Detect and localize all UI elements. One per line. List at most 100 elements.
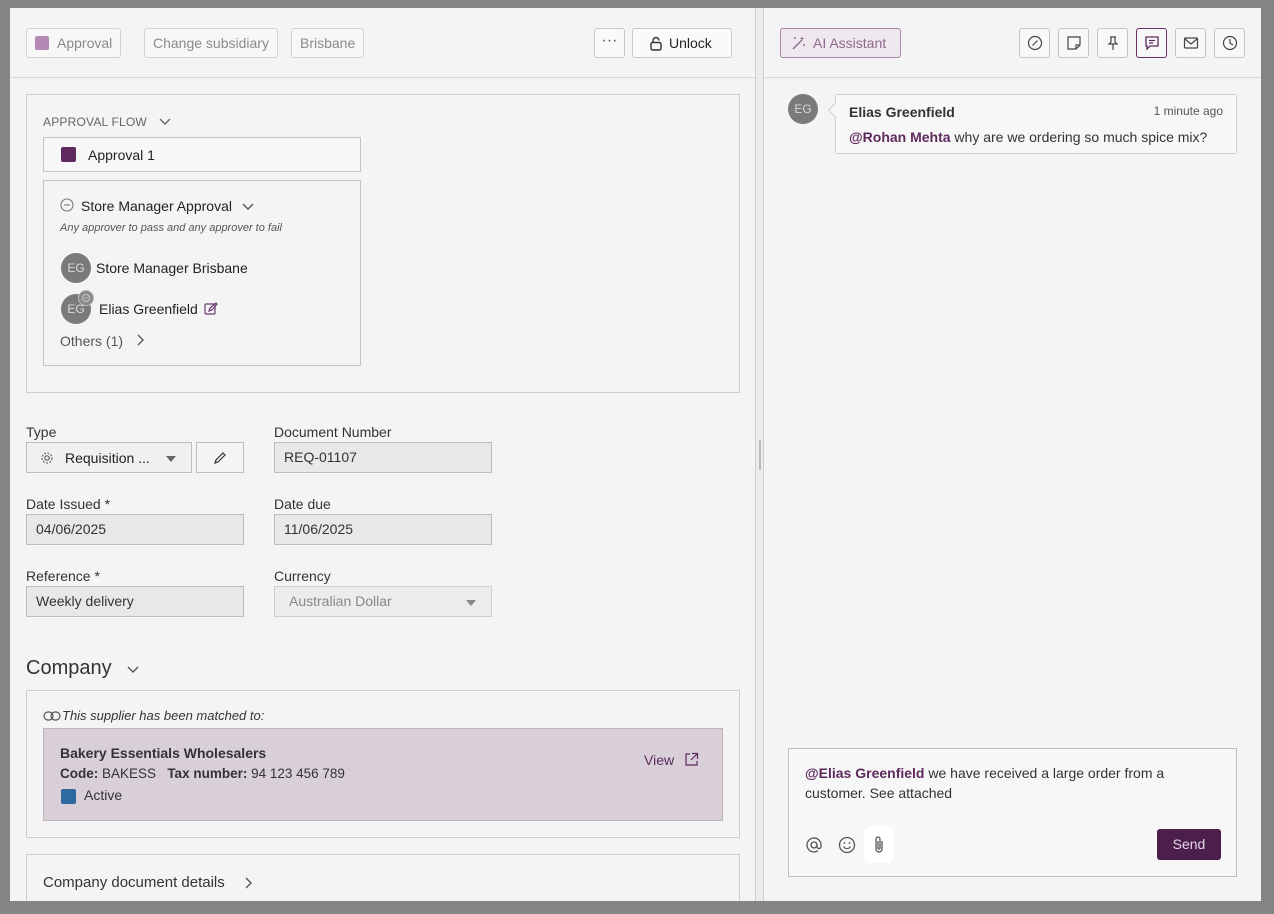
grip-icon — [759, 440, 761, 470]
currency-select[interactable]: Australian Dollar — [274, 586, 492, 617]
dropdown-caret-icon — [466, 600, 476, 606]
modal-window: Approval Change subsidiary Brisbane ··· … — [10, 8, 1261, 901]
gear-icon — [41, 452, 53, 464]
pin-button[interactable] — [1097, 28, 1128, 58]
comment-text: @Rohan Mehta why are we ordering so much… — [849, 129, 1207, 145]
ai-assistant-button[interactable]: AI Assistant — [780, 28, 901, 58]
tax-value: 94 123 456 789 — [251, 766, 345, 781]
approval-flow-title-text: APPROVAL FLOW — [43, 115, 147, 129]
avatar: EG — [61, 253, 91, 283]
currency-value: Australian Dollar — [289, 593, 392, 609]
comment-icon — [1145, 36, 1159, 51]
view-supplier-link[interactable]: View — [644, 752, 699, 768]
send-button[interactable]: Send — [1157, 829, 1221, 860]
emoji-icon[interactable] — [838, 836, 856, 854]
step-rule: Any approver to pass and any approver to… — [60, 222, 282, 234]
document-pane: Approval Change subsidiary Brisbane ··· … — [10, 8, 755, 901]
dropdown-caret-icon — [166, 456, 176, 462]
approver-name: Elias Greenfield — [99, 301, 198, 317]
mail-icon — [1183, 37, 1199, 49]
reference-label: Reference * — [26, 568, 100, 584]
edit-icon[interactable] — [204, 302, 218, 316]
step-title[interactable]: Store Manager Approval — [81, 198, 232, 214]
magic-wand-icon — [792, 37, 805, 50]
code-value: BAKESS — [102, 766, 157, 781]
view-label: View — [644, 752, 675, 768]
stage-label: Approval 1 — [88, 147, 155, 163]
date-issued-field[interactable]: 04/06/2025 — [26, 514, 244, 545]
approval-step-card: Store Manager Approval Any approver to p… — [43, 180, 361, 366]
comments-button[interactable] — [1136, 28, 1167, 58]
change-subsidiary-button[interactable]: Change subsidiary — [144, 28, 278, 58]
bubble-pointer — [827, 102, 843, 118]
type-value: Requisition ... — [65, 450, 150, 466]
approval-flow-title[interactable]: APPROVAL FLOW — [43, 115, 171, 129]
approval-status-chip[interactable]: Approval — [26, 28, 122, 58]
company-heading[interactable]: Company — [26, 657, 139, 680]
date-due-value: 11/06/2025 — [284, 521, 354, 537]
approval-color-swatch — [35, 36, 49, 50]
document-toolbar: Approval Change subsidiary Brisbane ··· … — [10, 8, 755, 78]
approval-stage-box[interactable]: Approval 1 — [43, 137, 361, 172]
supplier-codes: Code: BAKESS Tax number: 94 123 456 789 — [60, 766, 345, 781]
tax-label: Tax number: — [167, 766, 248, 781]
ai-assistant-label: AI Assistant — [813, 35, 887, 51]
date-issued-label: Date Issued * — [26, 496, 111, 512]
compass-icon — [1027, 35, 1043, 51]
pencil-icon — [214, 452, 226, 464]
company-document-details-label: Company document details — [43, 874, 225, 891]
approval-chip-label: Approval — [57, 35, 113, 51]
document-number-value: REQ-01107 — [284, 449, 357, 465]
status-color-swatch — [61, 789, 76, 804]
more-options-button[interactable]: ··· — [594, 28, 625, 58]
approver-name: Store Manager Brisbane — [96, 260, 248, 276]
company-document-details-panel[interactable]: Company document details — [26, 854, 740, 901]
minus-circle-icon — [60, 198, 74, 212]
chevron-down-icon — [159, 118, 171, 125]
clock-icon — [1222, 35, 1238, 51]
location-chip[interactable]: Brisbane — [291, 28, 365, 58]
company-heading-text: Company — [26, 657, 112, 679]
document-number-label: Document Number — [274, 424, 392, 440]
more-icon: ··· — [601, 32, 618, 49]
type-select[interactable]: Requisition ... — [26, 442, 192, 473]
activity-pane: AI Assistant EG Elias Greenfield 1 minut… — [764, 8, 1261, 901]
change-subsidiary-label: Change subsidiary — [153, 35, 269, 51]
document-number-field[interactable]: REQ-01107 — [274, 442, 492, 473]
avatar-initials: EG — [67, 261, 85, 275]
comment-author: Elias Greenfield — [849, 104, 955, 120]
comment-mention[interactable]: @Rohan Mehta — [849, 129, 951, 145]
chevron-down-icon[interactable] — [242, 203, 254, 211]
comment-body: why are we ordering so much spice mix? — [950, 129, 1208, 145]
stage-color-swatch — [61, 147, 76, 162]
reference-field[interactable]: Weekly delivery — [26, 586, 244, 617]
others-label: Others (1) — [60, 333, 124, 349]
email-button[interactable] — [1175, 28, 1206, 58]
avatar-initials: EG — [794, 102, 812, 116]
date-issued-value: 04/06/2025 — [36, 521, 107, 537]
chevron-right-icon — [245, 877, 252, 889]
reference-value: Weekly delivery — [36, 593, 134, 609]
others-link[interactable]: Others (1) — [60, 333, 145, 349]
avatar: EG — [788, 94, 818, 124]
currency-label: Currency — [274, 568, 331, 584]
unlock-button[interactable]: Unlock — [632, 28, 732, 58]
lock-icon — [650, 36, 662, 51]
send-label: Send — [1172, 836, 1206, 852]
supplier-card: Bakery Essentials Wholesalers Code: BAKE… — [43, 728, 723, 821]
chevron-right-icon — [137, 334, 144, 346]
notes-button[interactable] — [1058, 28, 1089, 58]
date-due-field[interactable]: 11/06/2025 — [274, 514, 492, 545]
at-sign-icon[interactable] — [805, 836, 823, 854]
pending-status-icon — [78, 290, 94, 306]
edit-type-button[interactable] — [196, 442, 244, 473]
compass-button[interactable] — [1019, 28, 1050, 58]
attach-button[interactable] — [864, 826, 894, 863]
company-panel: This supplier has been matched to: Baker… — [26, 690, 740, 838]
comment-bubble: Elias Greenfield 1 minute ago @Rohan Meh… — [827, 94, 1237, 154]
code-label: Code: — [60, 766, 99, 781]
comment-timestamp: 1 minute ago — [1153, 104, 1223, 118]
history-button[interactable] — [1214, 28, 1245, 58]
pane-resize-handle[interactable] — [755, 8, 764, 901]
composer-input[interactable]: @Elias Greenfield we have received a lar… — [805, 763, 1195, 803]
